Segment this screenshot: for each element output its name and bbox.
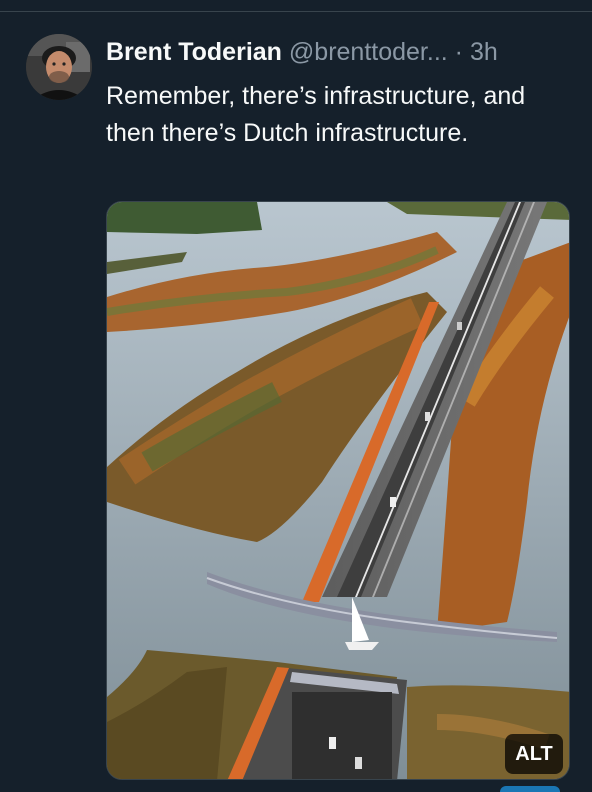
alt-text-button[interactable]: ALT — [505, 734, 563, 774]
tweet-header: Brent Toderian @brenttoder... · 3h — [106, 36, 576, 72]
tweet-media[interactable] — [106, 201, 570, 780]
meta-separator: · — [454, 38, 463, 66]
avatar-photo — [26, 34, 92, 100]
aqueduct-photo — [107, 202, 569, 779]
tweet-timestamp[interactable]: 3h — [470, 38, 498, 66]
author-handle[interactable]: @brenttoder... — [289, 38, 448, 66]
top-divider — [0, 11, 592, 12]
author-name[interactable]: Brent Toderian — [106, 38, 282, 66]
tweet-text: Remember, there’s infrastructure, and th… — [106, 82, 526, 147]
scroll-indicator — [500, 786, 560, 792]
avatar[interactable] — [26, 34, 92, 100]
